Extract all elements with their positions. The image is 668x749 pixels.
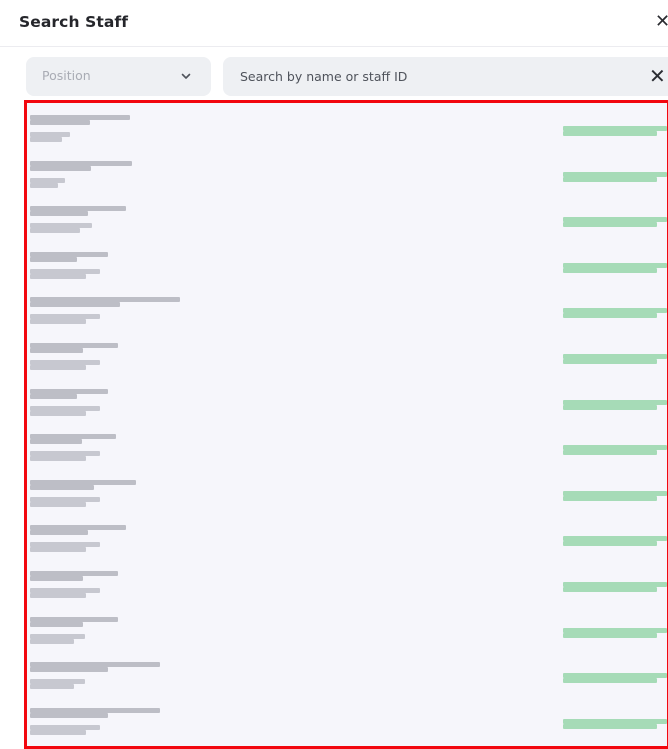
staff-row[interactable]	[27, 474, 667, 520]
staff-id-blurred	[30, 319, 86, 325]
position-select[interactable]: Position	[26, 57, 211, 96]
staff-id-blurred	[30, 729, 86, 735]
staff-status-blurred	[563, 359, 657, 364]
staff-name-blurred	[30, 120, 90, 125]
staff-id-blurred	[30, 501, 86, 507]
staff-name-blurred	[30, 160, 132, 166]
staff-id-blurred	[30, 228, 80, 234]
staff-id-blurred	[30, 633, 85, 639]
staff-status-blurred	[563, 632, 657, 638]
staff-row[interactable]	[27, 656, 667, 702]
staff-status-blurred	[563, 627, 667, 633]
staff-status-blurred	[563, 131, 657, 136]
staff-id-blurred	[30, 273, 86, 279]
dialog-header: Search Staff ✕	[0, 0, 668, 47]
staff-id-blurred	[30, 137, 62, 142]
search-input[interactable]	[223, 57, 640, 96]
staff-name-blurred	[30, 388, 108, 394]
staff-id-blurred	[30, 547, 86, 553]
staff-status-blurred	[563, 222, 657, 228]
staff-row[interactable]	[27, 611, 667, 657]
position-placeholder: Position	[42, 68, 91, 83]
staff-name-blurred	[30, 211, 88, 217]
staff-id-blurred	[30, 410, 86, 416]
staff-status-blurred	[563, 313, 657, 319]
staff-row[interactable]	[27, 565, 667, 611]
staff-row[interactable]	[27, 702, 667, 746]
staff-id-blurred	[30, 593, 86, 598]
staff-name-blurred	[30, 621, 83, 627]
dialog-title: Search Staff	[19, 13, 129, 31]
staff-name-blurred	[30, 302, 120, 308]
staff-id-blurred	[30, 365, 86, 370]
staff-id-blurred	[30, 405, 100, 411]
staff-results-list	[24, 100, 668, 749]
staff-row[interactable]	[27, 519, 667, 565]
staff-id-blurred	[30, 638, 74, 644]
staff-name-blurred	[30, 576, 83, 581]
staff-row[interactable]	[27, 337, 667, 383]
staff-row[interactable]	[27, 291, 667, 337]
staff-row[interactable]	[27, 200, 667, 246]
staff-name-blurred	[30, 256, 77, 262]
search-staff-dialog: Search Staff ✕ Position ✕	[0, 0, 668, 749]
staff-name-blurred	[30, 530, 88, 536]
chevron-down-icon	[181, 73, 191, 79]
staff-row[interactable]	[27, 155, 667, 201]
staff-status-blurred	[563, 587, 657, 592]
staff-name-blurred	[30, 165, 91, 171]
staff-name-blurred	[30, 439, 82, 445]
staff-name-blurred	[30, 616, 118, 622]
staff-name-blurred	[30, 484, 94, 490]
staff-status-blurred	[563, 399, 667, 405]
staff-status-blurred	[563, 267, 657, 273]
staff-name-blurred	[30, 667, 108, 673]
staff-id-blurred	[30, 182, 58, 188]
staff-status-blurred	[563, 176, 657, 182]
close-icon[interactable]: ✕	[655, 12, 668, 32]
staff-name-blurred	[30, 348, 83, 353]
staff-name-blurred	[30, 712, 108, 718]
staff-row[interactable]	[27, 428, 667, 474]
staff-name-blurred	[30, 393, 77, 399]
staff-status-blurred	[563, 171, 667, 177]
staff-id-blurred	[30, 456, 86, 462]
clear-search-icon[interactable]: ✕	[649, 65, 666, 87]
staff-id-blurred	[30, 177, 65, 183]
staff-status-blurred	[563, 495, 657, 501]
staff-id-blurred	[30, 684, 74, 690]
staff-status-blurred	[563, 450, 657, 456]
search-box: ✕	[223, 57, 668, 96]
staff-row[interactable]	[27, 246, 667, 292]
staff-status-blurred	[563, 678, 657, 684]
staff-row[interactable]	[27, 109, 667, 155]
staff-status-blurred	[563, 723, 657, 729]
staff-status-blurred	[563, 404, 657, 410]
staff-row[interactable]	[27, 383, 667, 429]
staff-status-blurred	[563, 541, 657, 547]
